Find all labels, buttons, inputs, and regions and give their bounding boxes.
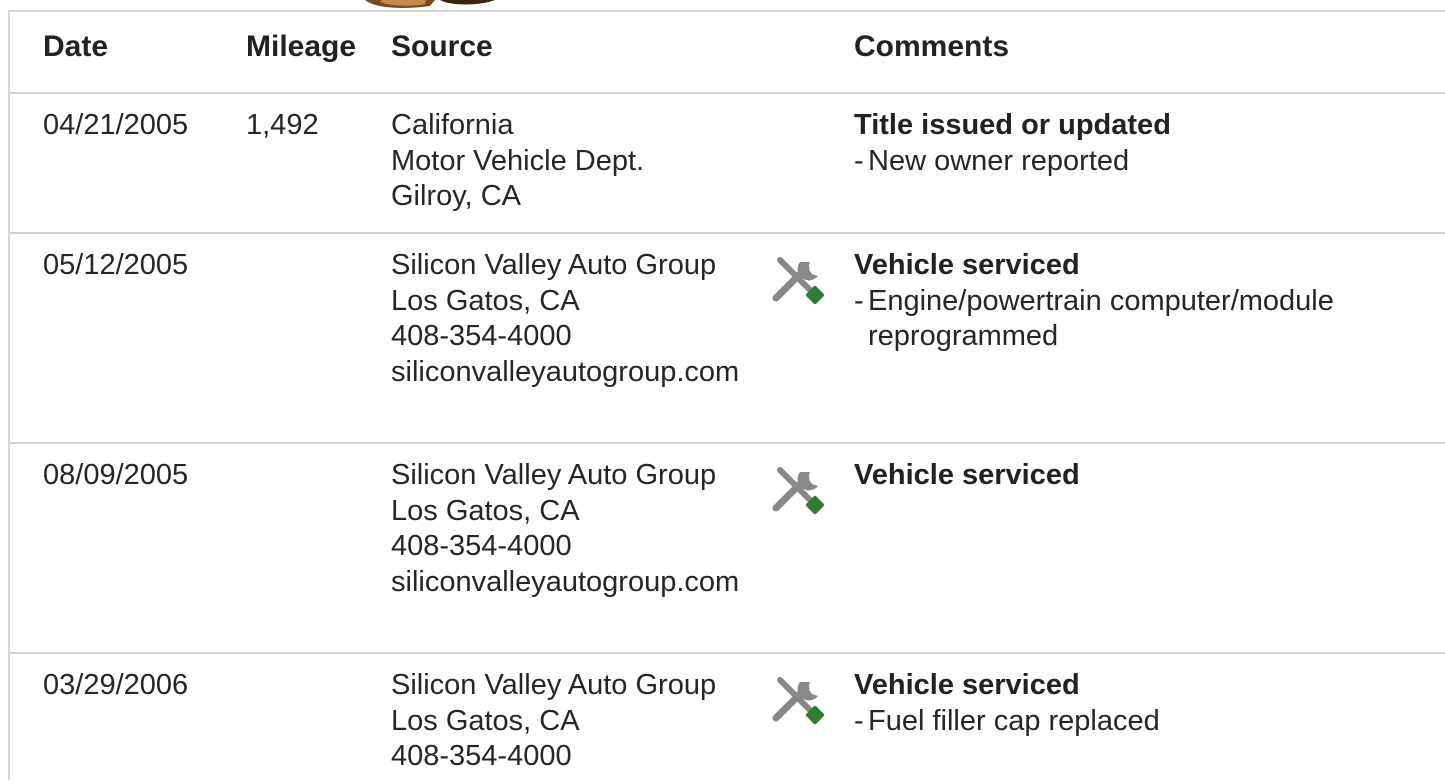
column-header-date[interactable]: Date bbox=[43, 30, 108, 64]
comment-item: - Engine/powertrain computer/module repro… bbox=[854, 284, 1434, 355]
column-header-comments[interactable]: Comments bbox=[854, 30, 1009, 64]
table-row: 03/29/2006 Silicon Valley Auto Group Los… bbox=[10, 654, 1445, 784]
source-location: Los Gatos, CA bbox=[391, 494, 580, 527]
source-name: Silicon Valley Auto Group bbox=[391, 459, 717, 491]
row-source: Silicon Valley Auto Group Los Gatos, CA … bbox=[391, 248, 753, 390]
comment-item: - Fuel filler cap replaced bbox=[854, 704, 1434, 740]
row-comments: Title issued or updated - New owner repor… bbox=[854, 108, 1434, 179]
service-wrench-icon bbox=[772, 257, 825, 305]
row-date: 04/21/2005 bbox=[43, 109, 189, 141]
source-name: Silicon Valley Auto Group bbox=[391, 669, 717, 701]
vehicle-illustration-fragment bbox=[365, 0, 495, 8]
source-detail: Motor Vehicle Dept. bbox=[391, 144, 645, 177]
row-date: 03/29/2006 bbox=[43, 669, 189, 701]
comment-item-text: New owner reported bbox=[868, 144, 1130, 177]
source-website-link[interactable]: siliconvalleyautogroup.com bbox=[391, 355, 753, 391]
comment-title: Vehicle serviced bbox=[854, 249, 1080, 281]
column-header-source[interactable]: Source bbox=[391, 30, 493, 64]
source-phone: 408-354-4000 bbox=[391, 530, 572, 562]
row-comments: Vehicle serviced bbox=[854, 458, 1434, 494]
comment-item-text: Fuel filler cap replaced bbox=[868, 704, 1160, 737]
comment-title: Title issued or updated bbox=[854, 109, 1171, 141]
source-phone: 408-354-4000 bbox=[391, 320, 572, 352]
row-comments: Vehicle serviced - Fuel filler cap replac… bbox=[854, 668, 1434, 739]
column-header-mileage[interactable]: Mileage bbox=[246, 30, 356, 64]
service-wrench-icon bbox=[772, 677, 825, 725]
table-row: 05/12/2005 Silicon Valley Auto Group Los… bbox=[10, 234, 1445, 444]
source-name: Silicon Valley Auto Group bbox=[391, 249, 717, 281]
row-source: California Motor Vehicle Dept. Gilroy, C… bbox=[391, 108, 753, 215]
comment-title: Vehicle serviced bbox=[854, 669, 1080, 701]
comment-title: Vehicle serviced bbox=[854, 459, 1080, 491]
service-wrench-icon bbox=[772, 467, 825, 515]
table-row: 08/09/2005 Silicon Valley Auto Group Los… bbox=[10, 444, 1445, 654]
comment-item: - New owner reported bbox=[854, 144, 1434, 180]
row-mileage: 1,492 bbox=[246, 109, 319, 141]
comment-item-text: Engine/powertrain computer/module reprog… bbox=[868, 284, 1334, 353]
row-comments: Vehicle serviced - Engine/powertrain comp… bbox=[854, 248, 1434, 355]
source-location: Gilroy, CA bbox=[391, 180, 521, 212]
source-name: California bbox=[391, 109, 514, 141]
source-location: Los Gatos, CA bbox=[391, 704, 580, 737]
table-header: Date Mileage Source Comments bbox=[10, 12, 1445, 94]
table-row: 04/21/2005 1,492 California Motor Vehicl… bbox=[10, 94, 1445, 234]
row-source: Silicon Valley Auto Group Los Gatos, CA … bbox=[391, 668, 753, 775]
row-date: 08/09/2005 bbox=[43, 459, 189, 491]
source-location: Los Gatos, CA bbox=[391, 284, 580, 317]
row-source: Silicon Valley Auto Group Los Gatos, CA … bbox=[391, 458, 753, 600]
row-date: 05/12/2005 bbox=[43, 249, 189, 281]
source-phone: 408-354-4000 bbox=[391, 740, 572, 772]
source-website-link[interactable]: siliconvalleyautogroup.com bbox=[391, 565, 753, 601]
